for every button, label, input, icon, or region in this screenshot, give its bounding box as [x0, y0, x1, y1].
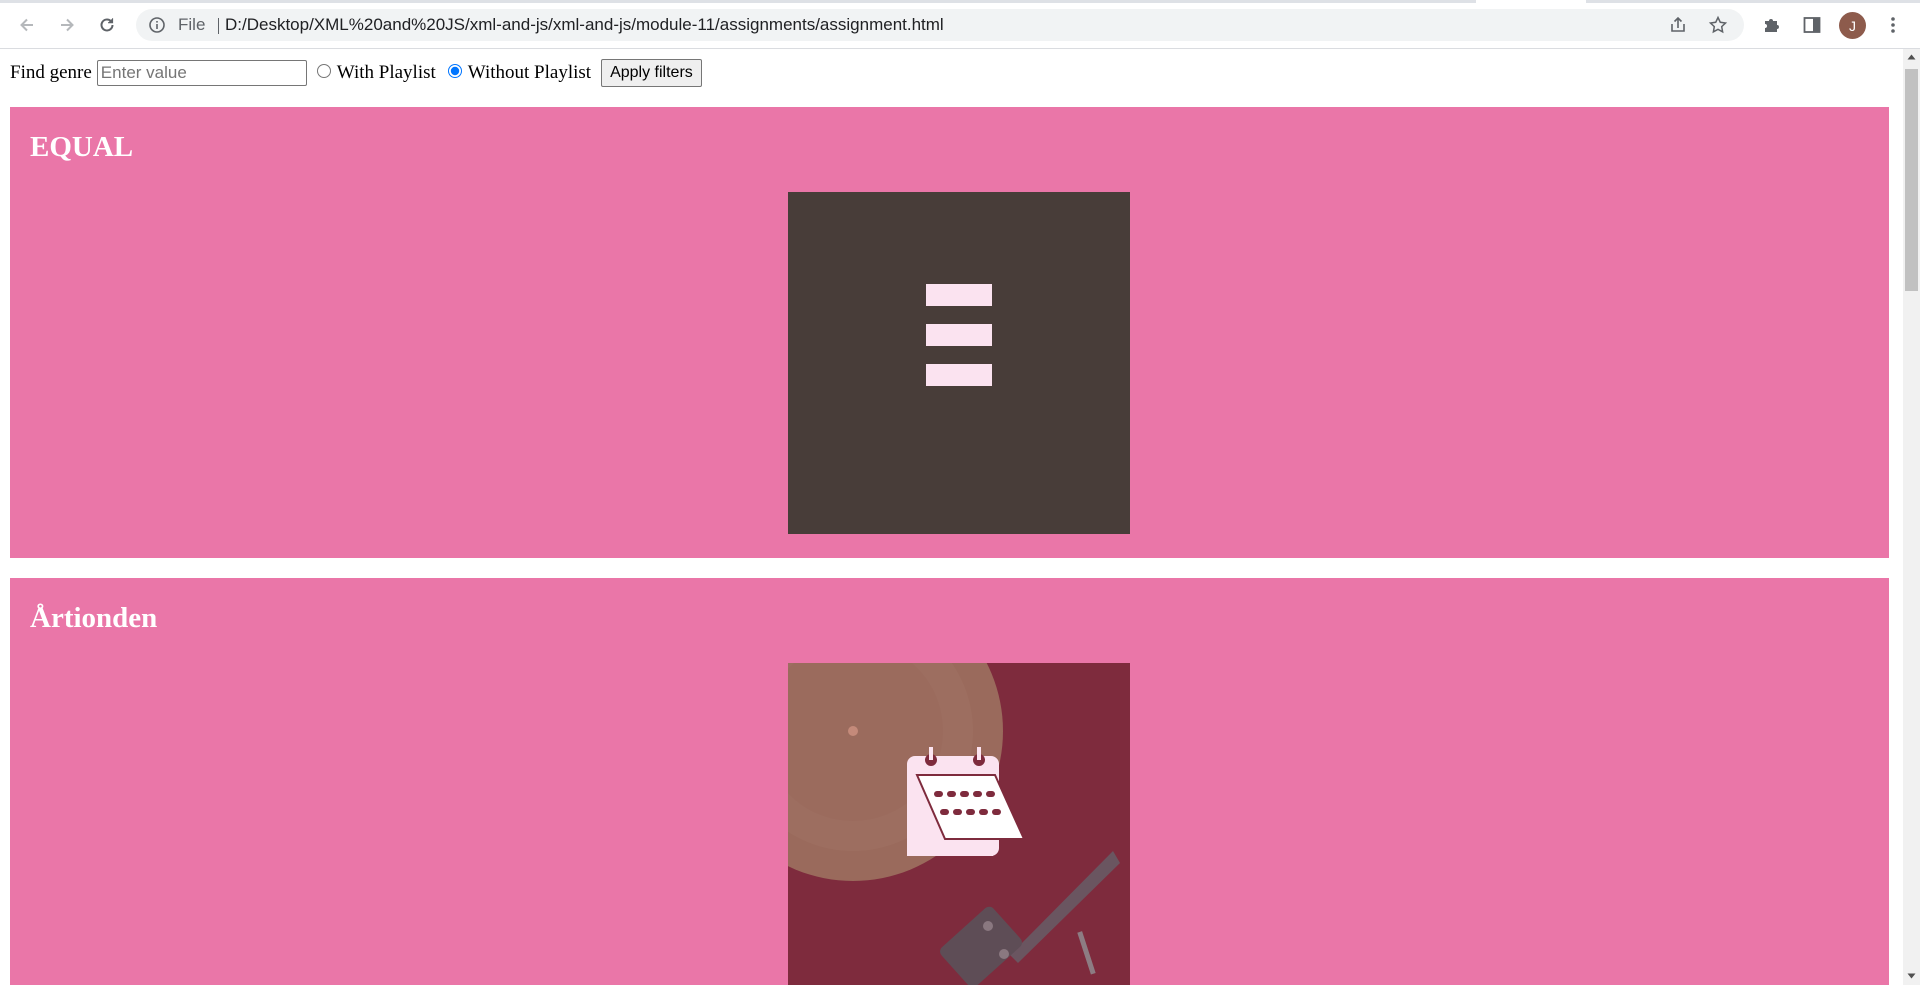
scrollbar-thumb[interactable] — [1905, 69, 1918, 291]
url-text[interactable]: D:/Desktop/XML%20and%20JS/xml-and-js/xml… — [225, 9, 944, 41]
find-genre-label: Find genre — [10, 62, 92, 83]
apply-filters-button[interactable]: Apply filters — [601, 59, 702, 87]
genre-title: Årtionden — [30, 602, 158, 634]
info-icon[interactable] — [148, 16, 166, 34]
forward-button[interactable] — [52, 10, 82, 40]
kebab-menu-icon — [1891, 17, 1895, 33]
reload-icon — [100, 18, 114, 32]
arrow-right-icon — [61, 18, 74, 32]
extensions-button[interactable] — [1757, 10, 1787, 40]
without-playlist-label: Without Playlist — [467, 62, 592, 83]
scroll-up-arrow-icon[interactable] — [1907, 54, 1916, 60]
bookmark-star-icon[interactable] — [1708, 15, 1728, 35]
menu-button[interactable] — [1878, 10, 1908, 40]
genre-artwork[interactable] — [788, 192, 1130, 534]
page-viewport: Find genre With Playlist Without Playlis… — [0, 49, 1903, 985]
genre-card: EQUAL — [10, 107, 1889, 558]
url-separator — [218, 18, 219, 34]
side-panel-icon — [1803, 17, 1821, 33]
genre-artwork[interactable] — [788, 663, 1130, 985]
genre-title: EQUAL — [30, 131, 134, 163]
genre-search-input[interactable] — [96, 60, 307, 86]
back-button[interactable] — [12, 10, 42, 40]
tab-strip — [0, 0, 1920, 3]
puzzle-icon — [1765, 19, 1779, 32]
arrow-left-icon — [20, 18, 33, 32]
url-scheme-label: File — [178, 15, 206, 34]
equal-bars-icon — [926, 284, 992, 386]
side-panel-button[interactable] — [1797, 10, 1827, 40]
without-playlist-radio[interactable] — [447, 64, 462, 78]
filter-bar: Find genre With Playlist Without Playlis… — [10, 59, 702, 87]
scroll-down-arrow-icon[interactable] — [1907, 973, 1916, 979]
share-icon[interactable] — [1668, 15, 1688, 35]
address-bar[interactable]: File D:/Desktop/XML%20and%20JS/xml-and-j… — [136, 9, 1744, 41]
vertical-scrollbar[interactable] — [1903, 49, 1920, 985]
genre-card: Årtionden — [10, 578, 1889, 985]
reload-button[interactable] — [92, 10, 122, 40]
browser-toolbar: File D:/Desktop/XML%20and%20JS/xml-and-j… — [0, 0, 1920, 49]
profile-avatar[interactable]: J — [1839, 12, 1866, 39]
with-playlist-label: With Playlist — [336, 62, 436, 83]
with-playlist-radio[interactable] — [316, 64, 331, 78]
calendar-icon — [788, 663, 1120, 985]
